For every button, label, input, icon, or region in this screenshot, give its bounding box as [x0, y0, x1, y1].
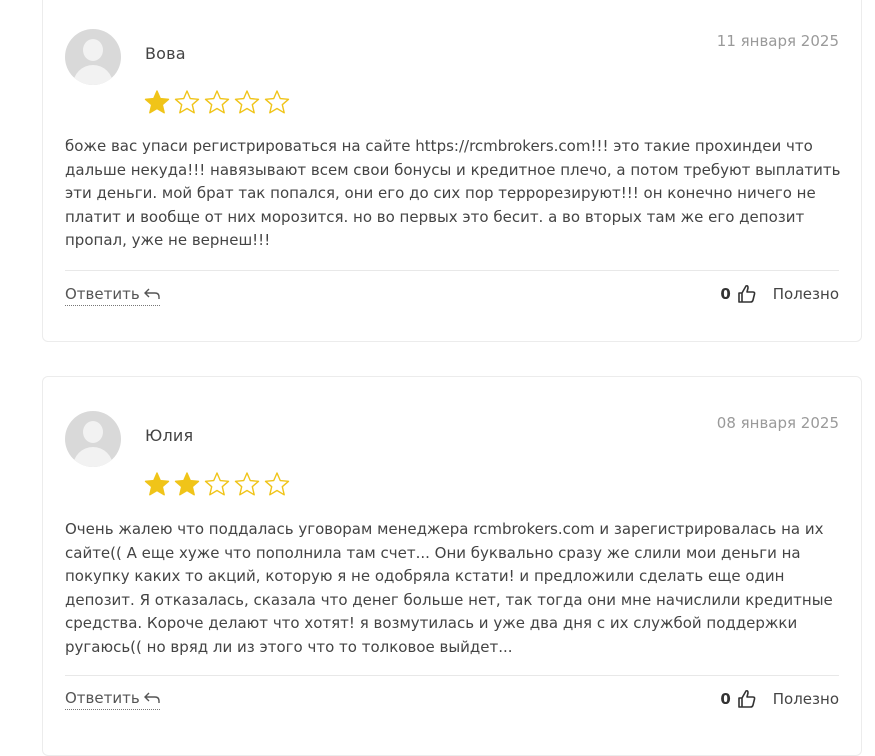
- review-date: 11 января 2025: [716, 32, 839, 50]
- review-card: Юлия 08 января 2025 Очень жалею что подд…: [42, 376, 862, 756]
- useful-block: 0 Полезно: [720, 284, 839, 304]
- star-filled-icon: [144, 472, 170, 496]
- review-card: Вова 11 января 2025 боже вас упаси регис…: [42, 0, 862, 342]
- review-text: Очень жалею что поддалась уговорам менед…: [65, 520, 833, 656]
- thumbs-up-icon[interactable]: [737, 689, 757, 709]
- star-filled-icon: [144, 90, 170, 114]
- useful-block: 0 Полезно: [720, 689, 839, 709]
- star-empty-icon: [204, 472, 230, 496]
- star-rating: [143, 89, 291, 115]
- star-empty-icon: [204, 90, 230, 114]
- star-empty-icon: [264, 90, 290, 114]
- star-empty-icon: [174, 90, 200, 114]
- thumbs-up-icon[interactable]: [737, 284, 757, 304]
- review-date: 08 января 2025: [716, 414, 839, 432]
- star-empty-icon: [234, 472, 260, 496]
- review-author: Юлия: [145, 426, 194, 445]
- reply-label: Ответить: [65, 689, 140, 707]
- star-filled-icon: [174, 472, 200, 496]
- star-rating: [143, 471, 291, 497]
- avatar: [65, 411, 121, 467]
- useful-label: Полезно: [772, 285, 839, 303]
- divider: [65, 270, 839, 271]
- useful-count: 0: [720, 285, 731, 303]
- reply-arrow-icon: [143, 288, 160, 299]
- useful-count: 0: [720, 690, 731, 708]
- reply-button[interactable]: Ответить: [65, 689, 160, 710]
- star-empty-icon: [264, 472, 290, 496]
- review-text: боже вас упаси регистрироваться на сайте…: [65, 137, 841, 249]
- review-author: Вова: [145, 44, 186, 63]
- avatar: [65, 29, 121, 85]
- star-empty-icon: [234, 90, 260, 114]
- divider: [65, 675, 839, 676]
- reply-label: Ответить: [65, 285, 140, 303]
- useful-label: Полезно: [772, 690, 839, 708]
- reply-button[interactable]: Ответить: [65, 285, 160, 306]
- reply-arrow-icon: [143, 692, 160, 703]
